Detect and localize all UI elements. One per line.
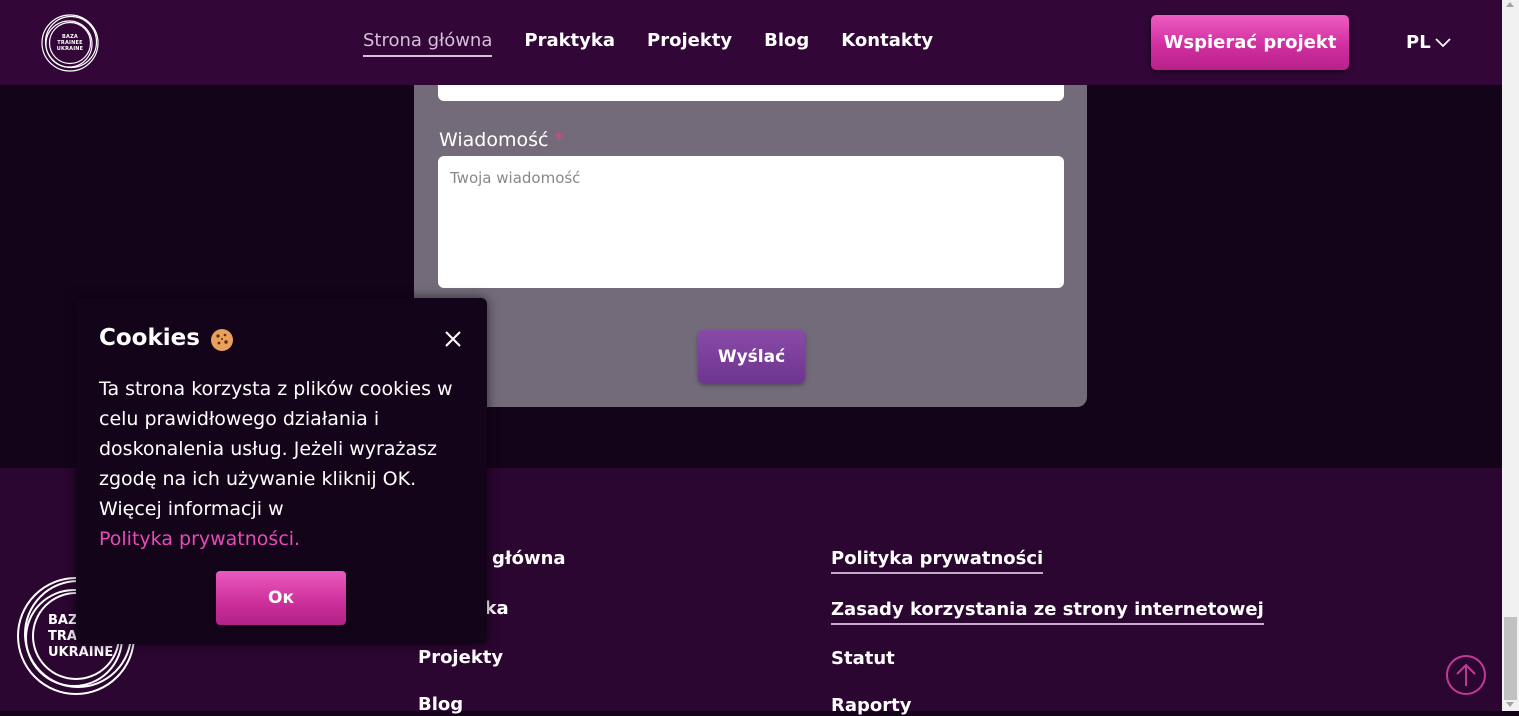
cookie-title: Cookies (99, 325, 200, 351)
scroll-thumb[interactable] (1504, 617, 1517, 700)
nav-contacts[interactable]: Kontakty (841, 30, 933, 57)
footer-link-projects[interactable]: Projekty (418, 647, 503, 668)
cookie-ok-button[interactable]: Ок (216, 571, 346, 625)
page-scrollbar[interactable] (1502, 0, 1519, 711)
language-selector[interactable]: PL (1406, 32, 1451, 53)
send-button[interactable]: Wyślać (698, 330, 805, 383)
support-project-button[interactable]: Wspierać projekt (1151, 15, 1349, 70)
close-icon[interactable] (444, 330, 462, 348)
nav-blog[interactable]: Blog (764, 30, 809, 57)
cookie-message: Ta strona korzysta z plików cookies w ce… (99, 374, 474, 554)
logo-line: UKRAINE (56, 46, 84, 52)
message-textarea[interactable]: Twoja wiadomość (438, 156, 1064, 288)
required-mark: * (554, 129, 565, 151)
scroll-up-arrow[interactable] (1506, 2, 1514, 7)
language-label: PL (1406, 32, 1431, 53)
footer-logo-line: UKRAINE (48, 645, 114, 660)
cookie-icon (211, 329, 233, 351)
cookie-message-text: Ta strona korzysta z plików cookies w ce… (99, 378, 453, 520)
footer-link-statute[interactable]: Statut (831, 648, 895, 669)
cookie-privacy-link[interactable]: Polityka prywatności. (99, 528, 300, 550)
message-label-text: Wiadomość (439, 129, 549, 151)
main-nav: Strona główna Praktyka Projekty Blog Kon… (363, 30, 965, 57)
message-placeholder: Twoja wiadomość (450, 169, 581, 187)
logo-text: BAZA TRAINEE UKRAINE (40, 13, 100, 73)
footer-link-terms[interactable]: Zasady korzystania ze strony internetowe… (831, 599, 1264, 625)
logo-icon[interactable]: BAZA TRAINEE UKRAINE (40, 13, 100, 73)
footer-link-blog[interactable]: Blog (418, 694, 463, 715)
chevron-down-icon (1435, 37, 1451, 47)
scroll-down-arrow[interactable] (1506, 702, 1514, 707)
footer-link-privacy-policy[interactable]: Polityka prywatności (831, 548, 1044, 574)
footer-link-reports[interactable]: Raporty (831, 695, 911, 716)
arrow-up-icon[interactable] (1446, 655, 1486, 695)
message-label: Wiadomość * (439, 129, 564, 151)
site-header: BAZA TRAINEE UKRAINE Strona główna Prakt… (0, 0, 1502, 85)
nav-practice[interactable]: Praktyka (524, 30, 615, 57)
nav-projects[interactable]: Projekty (647, 30, 732, 57)
contact-form: Wiadomość * Twoja wiadomość Wyślać (414, 60, 1087, 407)
nav-home[interactable]: Strona główna (363, 30, 493, 57)
cookie-consent-popup: Cookies Ta strona korzysta z plików cook… (76, 298, 487, 644)
